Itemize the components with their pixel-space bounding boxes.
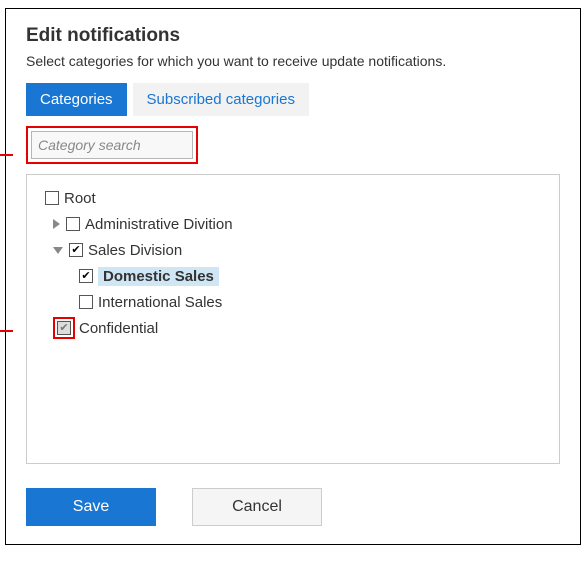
category-tree: Root Administrative Divition Sales Divis…	[26, 174, 560, 464]
label-root: Root	[64, 190, 96, 207]
label-domestic[interactable]: Domestic Sales	[98, 267, 219, 286]
collapse-icon[interactable]	[53, 247, 63, 254]
cancel-button[interactable]: Cancel	[192, 488, 322, 526]
label-sales: Sales Division	[88, 242, 182, 259]
annotation-b-line	[0, 330, 13, 332]
checkbox-domestic[interactable]	[79, 269, 93, 283]
checkbox-confidential[interactable]	[57, 321, 71, 335]
tree-node-confidential: Confidential	[53, 315, 547, 341]
tabs: Categories Subscribed categories	[26, 83, 560, 116]
label-admin: Administrative Divition	[85, 216, 233, 233]
tab-subscribed[interactable]: Subscribed categories	[133, 83, 309, 116]
checkbox-sales[interactable]	[69, 243, 83, 257]
dialog-buttons: Save Cancel	[26, 482, 560, 526]
label-confidential: Confidential	[79, 320, 158, 337]
tree-node-root: Root	[45, 185, 547, 211]
tree-node-domestic: Domestic Sales	[79, 263, 547, 289]
checkbox-admin[interactable]	[66, 217, 80, 231]
annotation-a: a)	[0, 147, 13, 162]
annotation-a-line	[0, 154, 13, 156]
dialog-subtitle: Select categories for which you want to …	[26, 53, 560, 69]
tree-node-admin: Administrative Divition	[53, 211, 547, 237]
tree-node-international: International Sales	[79, 289, 547, 315]
checkbox-international[interactable]	[79, 295, 93, 309]
checkbox-confidential-highlight	[53, 317, 75, 339]
save-button[interactable]: Save	[26, 488, 156, 526]
checkbox-root[interactable]	[45, 191, 59, 205]
tree-node-sales: Sales Division	[53, 237, 547, 263]
tab-categories[interactable]: Categories	[26, 83, 127, 116]
expand-icon[interactable]	[53, 219, 60, 229]
annotation-b: b)	[0, 323, 13, 338]
label-international: International Sales	[98, 294, 222, 311]
search-input[interactable]	[38, 137, 220, 153]
dialog-title: Edit notifications	[26, 25, 560, 47]
edit-notifications-dialog: a) b) Edit notifications Select categori…	[5, 8, 581, 545]
search-box	[31, 131, 193, 159]
search-highlight	[26, 126, 198, 164]
